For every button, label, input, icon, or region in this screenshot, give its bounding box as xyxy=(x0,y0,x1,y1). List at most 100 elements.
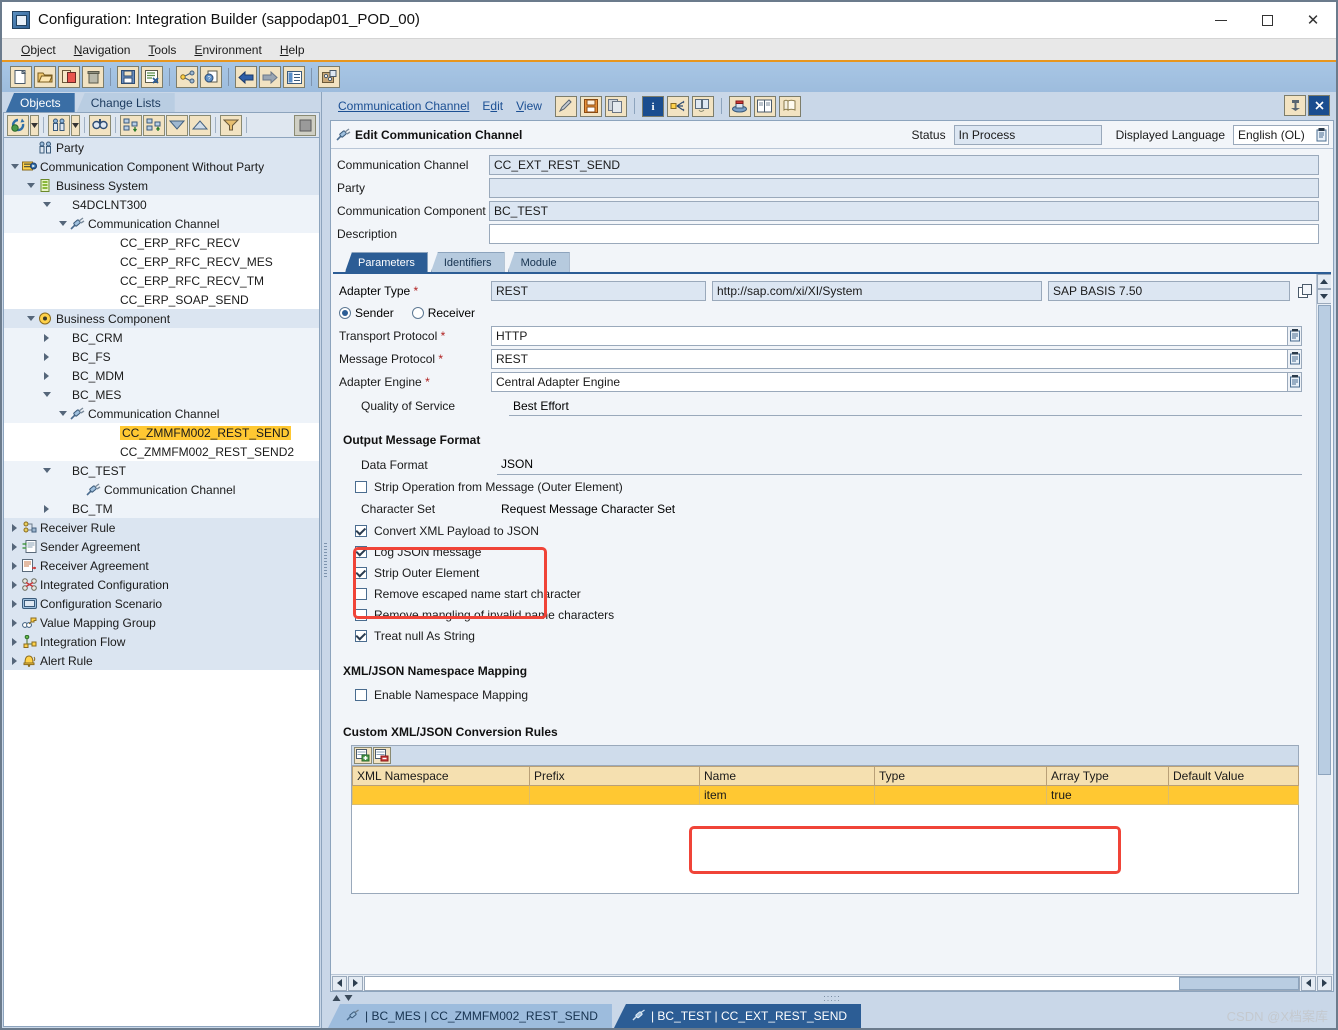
maximize-button[interactable] xyxy=(1244,2,1290,38)
move-down-icon[interactable] xyxy=(166,114,188,136)
tree-item-sender-agreement[interactable]: Sender Agreement xyxy=(4,537,319,556)
tree-item-bc-tm[interactable]: BC_TM xyxy=(4,499,319,518)
tree-item-communication-component-without-party[interactable]: Communication Component Without Party xyxy=(4,157,319,176)
chevron-down-icon[interactable] xyxy=(40,464,53,477)
help-object-icon[interactable]: ? xyxy=(200,66,222,88)
chevron-down-icon[interactable] xyxy=(40,388,53,401)
collapse-down-icon[interactable] xyxy=(344,991,353,1005)
column-header-prefix[interactable]: Prefix xyxy=(529,766,700,786)
remove-mangling-of-invalid-name-characters-checkbox[interactable] xyxy=(355,608,367,621)
minimize-button[interactable] xyxy=(1198,2,1244,38)
checkbox-row-log-json-message[interactable]: Log JSON message xyxy=(333,541,1316,562)
expand-tree-icon[interactable] xyxy=(120,114,142,136)
tree-item-bc-test[interactable]: BC_TEST xyxy=(4,461,319,480)
checkbox-row-remove-mangling-of-invalid-name-characters[interactable]: Remove mangling of invalid name characte… xyxy=(333,604,1316,625)
settings-icon[interactable] xyxy=(318,66,340,88)
radio-receiver[interactable] xyxy=(411,307,424,319)
back-icon[interactable] xyxy=(235,66,257,88)
copy-icon[interactable] xyxy=(58,66,80,88)
tree-item-bc-mes[interactable]: BC_MES xyxy=(4,385,319,404)
tree-item-communication-channel[interactable]: Communication Channel xyxy=(4,480,319,499)
chevron-down-icon[interactable] xyxy=(56,407,69,420)
insert-row-icon[interactable] xyxy=(354,747,372,764)
menu-help[interactable]: Help xyxy=(271,41,314,59)
tab-parameters[interactable]: Parameters xyxy=(345,252,428,272)
data-format-value[interactable]: JSON xyxy=(497,455,1302,475)
info-icon[interactable]: i xyxy=(641,95,664,117)
adapter-type-value[interactable]: REST xyxy=(491,281,706,301)
hscroll-page-right-button[interactable] xyxy=(1317,975,1332,991)
tree-item-configuration-scenario[interactable]: Configuration Scenario xyxy=(4,594,319,613)
save-icon[interactable] xyxy=(579,95,602,117)
where-used-icon[interactable] xyxy=(666,95,689,117)
open-icon[interactable] xyxy=(34,66,56,88)
chevron-right-icon[interactable] xyxy=(40,331,53,344)
tree-item-cc-erp-soap-send[interactable]: CC_ERP_SOAP_SEND xyxy=(4,290,319,309)
tree-item-business-system[interactable]: Business System xyxy=(4,176,319,195)
log-icon[interactable] xyxy=(778,95,801,117)
hscroll-thumb[interactable] xyxy=(1179,976,1299,990)
checkbox-enable-namespace-mapping[interactable]: Enable Namespace Mapping xyxy=(333,684,1316,705)
conversion-rules-table[interactable]: XML Namespace Prefix Name Type Array Type Def… xyxy=(352,766,1299,805)
tree-item-receiver-rule[interactable]: Receiver Rule xyxy=(4,518,319,537)
transport-protocol-value[interactable]: HTTP xyxy=(491,325,1287,346)
parameters-vertical-scrollbar[interactable] xyxy=(1316,274,1331,974)
strip-operation-checkbox[interactable] xyxy=(355,480,367,493)
documentation-icon[interactable] xyxy=(753,95,776,117)
chevron-right-icon[interactable] xyxy=(8,654,21,667)
description-input[interactable] xyxy=(489,223,1319,244)
tree-item-bc-fs[interactable]: BC_FS xyxy=(4,347,319,366)
enable-namespace-mapping-checkbox[interactable] xyxy=(355,688,367,701)
transport-protocol-value-help-icon[interactable] xyxy=(1287,325,1302,346)
scroll-down-button[interactable] xyxy=(1316,289,1331,304)
table-row[interactable]: item true xyxy=(352,785,1299,805)
list-icon[interactable] xyxy=(283,66,305,88)
cache-status-icon[interactable] xyxy=(728,95,751,117)
collapse-tree-icon[interactable] xyxy=(143,114,165,136)
chevron-right-icon[interactable] xyxy=(8,559,21,572)
tree-item-communication-channel[interactable]: Communication Channel xyxy=(4,214,319,233)
message-protocol-value[interactable]: REST xyxy=(491,348,1287,369)
activate-icon[interactable] xyxy=(141,66,163,88)
hscroll-page-left-button[interactable] xyxy=(1301,975,1316,991)
close-button[interactable]: ✕ xyxy=(1290,2,1336,38)
chevron-right-icon[interactable] xyxy=(8,597,21,610)
strip-outer-element-checkbox[interactable] xyxy=(355,566,367,579)
table-cell[interactable] xyxy=(1168,785,1299,805)
chevron-right-icon[interactable] xyxy=(8,540,21,553)
tree-item-integration-flow[interactable]: Integration Flow xyxy=(4,632,319,651)
tree-item-cc-zmmfm002-rest-send2[interactable]: CC_ZMMFM002_REST_SEND2 xyxy=(4,442,319,461)
table-cell[interactable] xyxy=(352,785,530,805)
column-header-array-type[interactable]: Array Type xyxy=(1046,766,1169,786)
select-adapter-icon[interactable] xyxy=(1294,284,1316,298)
tree-item-receiver-agreement[interactable]: Receiver Agreement xyxy=(4,556,319,575)
collapse-up-icon[interactable] xyxy=(332,991,341,1005)
chevron-right-icon[interactable] xyxy=(8,635,21,648)
tree-item-cc-erp-rfc-recv[interactable]: CC_ERP_RFC_RECV xyxy=(4,233,319,252)
chevron-right-icon[interactable] xyxy=(8,521,21,534)
menu-navigation[interactable]: Navigation xyxy=(65,41,140,59)
delete-icon[interactable] xyxy=(82,66,104,88)
tree-item-communication-channel[interactable]: Communication Channel xyxy=(4,404,319,423)
tab-module[interactable]: Module xyxy=(507,252,570,272)
chevron-right-icon[interactable] xyxy=(40,502,53,515)
message-protocol-value-help-icon[interactable] xyxy=(1287,348,1302,369)
checkbox-row-strip-outer-element[interactable]: Strip Outer Element xyxy=(333,562,1316,583)
remove-escaped-name-start-character-checkbox[interactable] xyxy=(355,587,367,600)
stop-icon[interactable] xyxy=(294,114,316,136)
chevron-down-icon[interactable] xyxy=(24,312,37,325)
tree-item-cc-erp-rfc-recv-tm[interactable]: CC_ERP_RFC_RECV_TM xyxy=(4,271,319,290)
filter-icon[interactable] xyxy=(220,114,242,136)
editor-menu-view[interactable]: View xyxy=(516,99,542,113)
history-icon[interactable] xyxy=(691,95,714,117)
tree-item-business-component[interactable]: Business Component xyxy=(4,309,319,328)
checkbox-row-treat-null-as-string[interactable]: Treat null As String xyxy=(333,625,1316,646)
column-header-type[interactable]: Type xyxy=(874,766,1047,786)
chevron-down-icon[interactable] xyxy=(56,217,69,230)
checkbox-row-convert-xml-payload-to-json[interactable]: Convert XML Payload to JSON xyxy=(333,520,1316,541)
object-tree[interactable]: Party Communication Component Without Par… xyxy=(3,138,320,1027)
chevron-right-icon[interactable] xyxy=(40,350,53,363)
save-icon[interactable] xyxy=(117,66,139,88)
new-icon[interactable] xyxy=(10,66,32,88)
menu-environment[interactable]: Environment xyxy=(185,41,270,59)
